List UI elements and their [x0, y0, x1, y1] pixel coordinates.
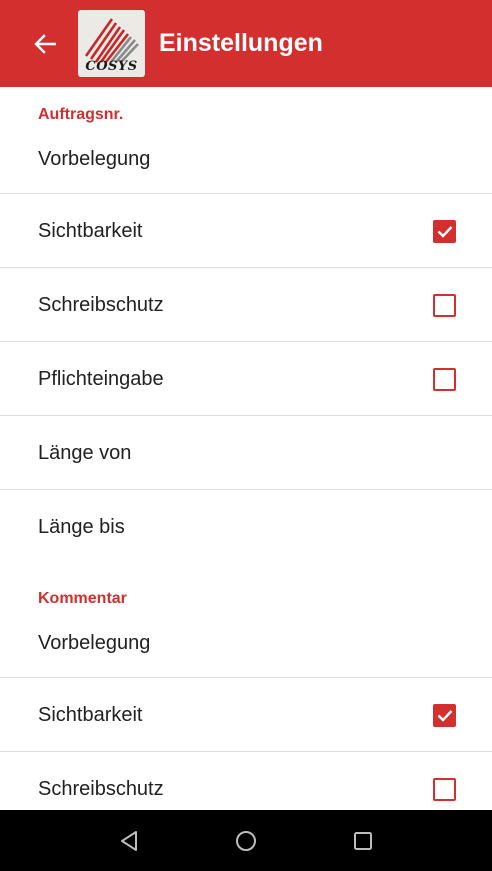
- pref-label: Länge bis: [38, 515, 125, 538]
- preference-list: Auftragsnr. Vorbelegung Sichtbarkeit Sch…: [0, 87, 492, 810]
- pref-label: Sichtbarkeit: [38, 219, 143, 242]
- section-header-kommentar: Kommentar: [38, 590, 127, 607]
- pref-label: Schreibschutz: [38, 777, 164, 800]
- section-header-auftragsnr: Auftragsnr.: [38, 106, 124, 123]
- schreibschutz-checkbox[interactable]: [433, 293, 456, 317]
- logo-text: COSYS: [85, 59, 138, 74]
- arrow-back-icon: [34, 33, 56, 54]
- pref-label: Vorbelegung: [38, 631, 151, 654]
- system-nav-bar: [0, 810, 492, 871]
- recents-square-icon: [354, 831, 373, 850]
- pref-row-vorbelegung[interactable]: Vorbelegung: [0, 124, 492, 194]
- app-logo: COSYS: [78, 10, 145, 77]
- checkmark-icon: [437, 225, 452, 238]
- pref-label: Pflichteingabe: [38, 367, 164, 390]
- sichtbarkeit-checkbox[interactable]: [433, 703, 456, 727]
- nav-back-button[interactable]: [104, 816, 154, 866]
- home-circle-icon: [235, 830, 256, 851]
- sichtbarkeit-checkbox[interactable]: [433, 219, 456, 243]
- pref-row-pflichteingabe[interactable]: Pflichteingabe: [0, 342, 492, 416]
- app-bar: COSYS Einstellungen: [0, 0, 492, 87]
- pref-row-vorbelegung[interactable]: Vorbelegung: [0, 608, 492, 678]
- pref-row-sichtbarkeit[interactable]: Sichtbarkeit: [0, 678, 492, 752]
- nav-home-button[interactable]: [221, 816, 271, 866]
- pref-label: Länge von: [38, 441, 132, 464]
- checkmark-icon: [437, 709, 452, 722]
- pref-label: Sichtbarkeit: [38, 703, 143, 726]
- pref-label: Schreibschutz: [38, 293, 164, 316]
- pref-row-schreibschutz[interactable]: Schreibschutz: [0, 752, 492, 810]
- nav-recents-button[interactable]: [338, 816, 388, 866]
- pref-row-sichtbarkeit[interactable]: Sichtbarkeit: [0, 194, 492, 268]
- pref-label: Vorbelegung: [38, 147, 151, 170]
- pref-row-schreibschutz[interactable]: Schreibschutz: [0, 268, 492, 342]
- page-title: Einstellungen: [159, 29, 323, 57]
- pref-row-laenge-von[interactable]: Länge von: [0, 416, 492, 490]
- back-triangle-icon: [120, 830, 137, 851]
- back-button[interactable]: [20, 19, 70, 69]
- settings-screen: COSYS Einstellungen Auftragsnr. Vorbeleg…: [0, 0, 492, 871]
- pflichteingabe-checkbox[interactable]: [433, 367, 456, 391]
- pref-row-laenge-bis[interactable]: Länge bis: [0, 490, 492, 564]
- schreibschutz-checkbox[interactable]: [433, 777, 456, 801]
